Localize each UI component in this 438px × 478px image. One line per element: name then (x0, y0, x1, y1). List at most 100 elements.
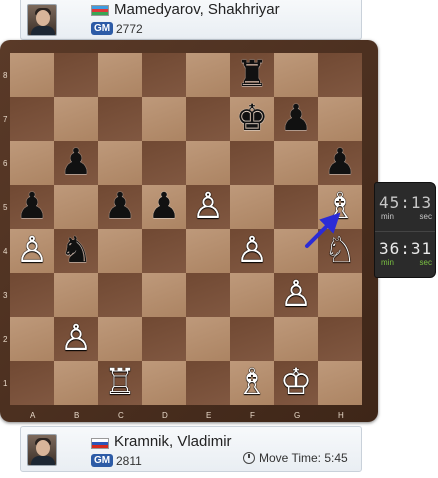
move-time: Move Time: 5:45 (243, 451, 348, 465)
square-g3[interactable]: ♙ (274, 273, 318, 317)
square-c2[interactable] (98, 317, 142, 361)
black-rook-piece[interactable]: ♜ (230, 53, 274, 97)
square-g7[interactable]: ♟ (274, 97, 318, 141)
black-pawn-piece[interactable]: ♟ (274, 97, 318, 141)
square-d3[interactable] (142, 273, 186, 317)
bottom-clock-time: 36:31 (379, 239, 433, 258)
square-a6[interactable] (10, 141, 54, 185)
square-f2[interactable] (230, 317, 274, 361)
black-pawn-piece[interactable]: ♟ (142, 185, 186, 229)
black-king-piece[interactable]: ♚ (230, 97, 274, 141)
square-a5[interactable]: ♟ (10, 185, 54, 229)
bottom-player-name: Kramnik, Vladimir (114, 433, 232, 450)
square-e4[interactable] (186, 229, 230, 273)
square-b1[interactable] (54, 361, 98, 405)
square-g2[interactable] (274, 317, 318, 361)
bottom-player-card: Kramnik, Vladimir GM 2811 Move Time: 5:4… (20, 426, 362, 472)
square-c5[interactable]: ♟ (98, 185, 142, 229)
square-e2[interactable] (186, 317, 230, 361)
black-pawn-piece[interactable]: ♟ (318, 141, 362, 185)
white-king-piece[interactable]: ♔ (274, 361, 318, 405)
square-e3[interactable] (186, 273, 230, 317)
bottom-clock-sec-label: sec (419, 258, 432, 267)
white-knight-piece[interactable]: ♘ (318, 229, 362, 273)
white-pawn-piece[interactable]: ♙ (10, 229, 54, 273)
bottom-player-clock: 36:31 min sec (379, 239, 435, 267)
black-pawn-piece[interactable]: ♟ (54, 141, 98, 185)
square-d4[interactable] (142, 229, 186, 273)
square-c3[interactable] (98, 273, 142, 317)
square-f1[interactable]: ♗ (230, 361, 274, 405)
square-g8[interactable] (274, 53, 318, 97)
white-rook-piece[interactable]: ♖ (98, 361, 142, 405)
square-b3[interactable] (54, 273, 98, 317)
top-clock-sec-label: sec (419, 212, 432, 221)
square-g1[interactable]: ♔ (274, 361, 318, 405)
square-e7[interactable] (186, 97, 230, 141)
white-pawn-piece[interactable]: ♙ (54, 317, 98, 361)
square-h7[interactable] (318, 97, 362, 141)
square-b5[interactable] (54, 185, 98, 229)
white-pawn-piece[interactable]: ♙ (274, 273, 318, 317)
white-pawn-piece[interactable]: ♙ (186, 185, 230, 229)
square-d1[interactable] (142, 361, 186, 405)
square-f6[interactable] (230, 141, 274, 185)
square-c1[interactable]: ♖ (98, 361, 142, 405)
file-label: G (294, 411, 301, 420)
rank-label: 6 (3, 159, 8, 168)
square-a8[interactable] (10, 53, 54, 97)
chess-board[interactable]: ♜ ♚ ♟ ♟ ♟ ♟ ♟ ♟ ♙ ♗ ♙ ♞ ♙ ♘ ♙ ♙ ♖ ♗ ♔ (10, 53, 362, 405)
black-knight-piece[interactable]: ♞ (54, 229, 98, 273)
game-clocks: 45:13 min sec 36:31 min sec (374, 182, 436, 278)
square-f7[interactable]: ♚ (230, 97, 274, 141)
square-g6[interactable] (274, 141, 318, 185)
square-a2[interactable] (10, 317, 54, 361)
square-c6[interactable] (98, 141, 142, 185)
rank-label: 2 (3, 335, 8, 344)
file-label: C (118, 411, 124, 420)
square-c4[interactable] (98, 229, 142, 273)
square-b7[interactable] (54, 97, 98, 141)
bottom-player-avatar (27, 434, 57, 466)
square-d7[interactable] (142, 97, 186, 141)
square-d8[interactable] (142, 53, 186, 97)
file-label: H (338, 411, 344, 420)
square-c7[interactable] (98, 97, 142, 141)
square-f5[interactable] (230, 185, 274, 229)
white-bishop-piece[interactable]: ♗ (318, 185, 362, 229)
square-f3[interactable] (230, 273, 274, 317)
square-h4[interactable]: ♘ (318, 229, 362, 273)
square-h5[interactable]: ♗ (318, 185, 362, 229)
square-e1[interactable] (186, 361, 230, 405)
square-g4[interactable] (274, 229, 318, 273)
square-e8[interactable] (186, 53, 230, 97)
square-a7[interactable] (10, 97, 54, 141)
square-f4[interactable]: ♙ (230, 229, 274, 273)
rank-label: 8 (3, 71, 8, 80)
square-d6[interactable] (142, 141, 186, 185)
square-h6[interactable]: ♟ (318, 141, 362, 185)
square-h2[interactable] (318, 317, 362, 361)
square-d2[interactable] (142, 317, 186, 361)
white-pawn-piece[interactable]: ♙ (230, 229, 274, 273)
square-h1[interactable] (318, 361, 362, 405)
square-g5[interactable] (274, 185, 318, 229)
square-a1[interactable] (10, 361, 54, 405)
square-h3[interactable] (318, 273, 362, 317)
square-b6[interactable]: ♟ (54, 141, 98, 185)
white-bishop-piece[interactable]: ♗ (230, 361, 274, 405)
square-a4[interactable]: ♙ (10, 229, 54, 273)
square-b8[interactable] (54, 53, 98, 97)
square-b2[interactable]: ♙ (54, 317, 98, 361)
square-h8[interactable] (318, 53, 362, 97)
black-pawn-piece[interactable]: ♟ (10, 185, 54, 229)
square-b4[interactable]: ♞ (54, 229, 98, 273)
square-e5[interactable]: ♙ (186, 185, 230, 229)
black-pawn-piece[interactable]: ♟ (98, 185, 142, 229)
square-c8[interactable] (98, 53, 142, 97)
square-a3[interactable] (10, 273, 54, 317)
square-e6[interactable] (186, 141, 230, 185)
square-f8[interactable]: ♜ (230, 53, 274, 97)
top-player-title-badge: GM (91, 22, 114, 35)
square-d5[interactable]: ♟ (142, 185, 186, 229)
